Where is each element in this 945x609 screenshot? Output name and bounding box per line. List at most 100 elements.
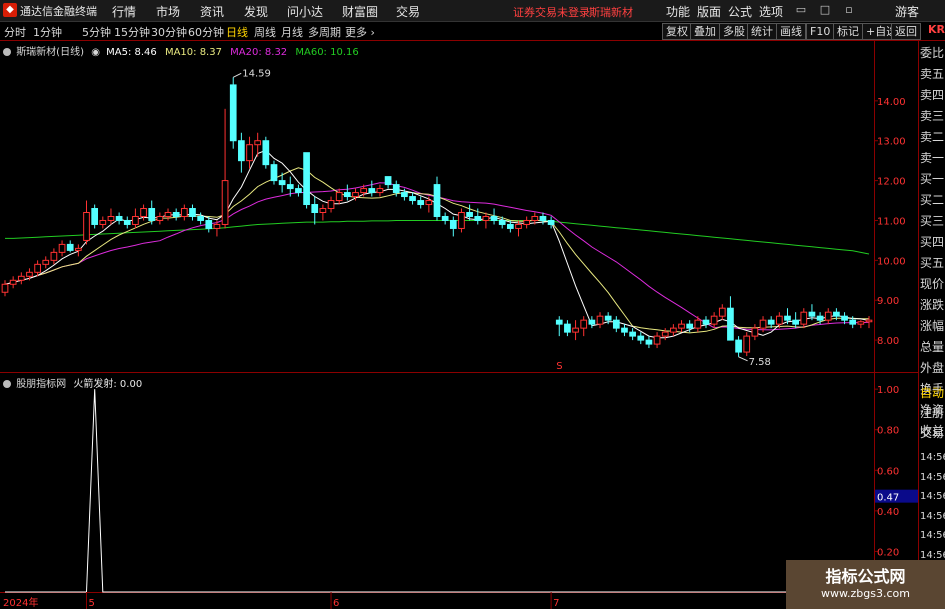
candle-body[interactable] xyxy=(670,327,677,333)
candle-body[interactable] xyxy=(604,315,612,321)
candle-body[interactable] xyxy=(865,319,873,323)
candle-body[interactable] xyxy=(319,208,327,213)
candle-body[interactable] xyxy=(343,192,351,198)
candle-body[interactable] xyxy=(9,279,17,285)
period-tab-9[interactable]: 多周期 xyxy=(308,24,341,40)
indicator-toggle-icon[interactable] xyxy=(3,380,11,388)
candle-body[interactable] xyxy=(555,319,563,325)
candle-body[interactable] xyxy=(759,319,767,329)
candle-body[interactable] xyxy=(767,319,775,325)
candle-body[interactable] xyxy=(792,319,799,325)
candle-body[interactable] xyxy=(50,251,58,261)
candle-body[interactable] xyxy=(172,212,180,217)
candle-body[interactable] xyxy=(221,180,229,225)
quote-label-20[interactable]: 注册 xyxy=(920,404,944,421)
period-tab-3[interactable]: 15分钟 xyxy=(114,24,150,40)
candle-body[interactable] xyxy=(1,283,9,293)
candle-body[interactable] xyxy=(180,208,188,217)
candle-body[interactable] xyxy=(42,259,50,265)
candle-body[interactable] xyxy=(441,215,449,221)
candle-body[interactable] xyxy=(75,247,82,251)
candle-body[interactable] xyxy=(197,215,204,221)
candle-body[interactable] xyxy=(572,327,579,333)
candle-body[interactable] xyxy=(743,335,751,353)
candle-body[interactable] xyxy=(718,307,726,317)
candle-body[interactable] xyxy=(490,215,498,221)
candle-body[interactable] xyxy=(132,215,139,225)
candle-body[interactable] xyxy=(262,140,270,166)
menu-item-1[interactable]: 市场 xyxy=(156,3,180,20)
legend-toggle-icon[interactable] xyxy=(3,48,11,56)
candle-body[interactable] xyxy=(849,319,857,325)
candle-body[interactable] xyxy=(596,315,604,325)
candle-body[interactable] xyxy=(816,315,824,321)
candle-body[interactable] xyxy=(833,311,840,317)
toolbar-button-0[interactable]: 复权 xyxy=(662,23,692,40)
candle-body[interactable] xyxy=(311,204,319,213)
candle-body[interactable] xyxy=(645,339,653,345)
candle-body[interactable] xyxy=(857,321,865,325)
candle-body[interactable] xyxy=(270,164,278,182)
candle-body[interactable] xyxy=(409,196,416,202)
candle-body[interactable] xyxy=(735,339,742,353)
candle-body[interactable] xyxy=(784,315,791,321)
candle-body[interactable] xyxy=(498,219,506,225)
candle-body[interactable] xyxy=(123,219,131,225)
candle-body[interactable] xyxy=(841,315,848,321)
candle-body[interactable] xyxy=(278,180,286,186)
quote-label-19[interactable]: 自动 xyxy=(920,384,944,401)
candle-body[interactable] xyxy=(661,331,669,337)
candle-body[interactable] xyxy=(327,200,335,210)
candle-body[interactable] xyxy=(653,335,661,345)
candle-body[interactable] xyxy=(458,212,465,229)
candle-body[interactable] xyxy=(352,192,359,198)
toolbar-button-2[interactable]: 多股 xyxy=(719,23,749,40)
legend-settings-icon[interactable]: ◉ xyxy=(91,47,100,58)
candle-body[interactable] xyxy=(83,212,90,241)
period-tab-6[interactable]: 日线 xyxy=(226,24,248,40)
candle-body[interactable] xyxy=(229,84,237,142)
candle-body[interactable] xyxy=(637,335,645,341)
candle-body[interactable] xyxy=(303,152,310,206)
candle-body[interactable] xyxy=(580,319,588,329)
candle-body[interactable] xyxy=(213,223,221,229)
candle-body[interactable] xyxy=(66,243,74,251)
candle-body[interactable] xyxy=(466,212,473,217)
candle-body[interactable] xyxy=(507,223,514,229)
candle-body[interactable] xyxy=(384,176,392,186)
period-tab-4[interactable]: 30分钟 xyxy=(151,24,187,40)
right-menu-item-2[interactable]: 公式 xyxy=(728,3,752,20)
restore-icon[interactable]: □ xyxy=(818,3,832,17)
toolbar-button-3[interactable]: 统计 xyxy=(747,23,777,40)
maximize-icon[interactable]: ▫ xyxy=(842,3,856,17)
candle-body[interactable] xyxy=(156,215,164,221)
candle-body[interactable] xyxy=(621,327,628,333)
candle-body[interactable] xyxy=(564,323,571,333)
minimize-icon[interactable]: ▭ xyxy=(794,3,808,17)
candle-body[interactable] xyxy=(91,208,99,225)
period-tab-10[interactable]: 更多 › xyxy=(345,24,375,40)
candle-body[interactable] xyxy=(34,263,41,273)
candle-body[interactable] xyxy=(539,215,547,221)
user-label[interactable]: 游客 xyxy=(895,3,919,20)
candle-body[interactable] xyxy=(376,188,384,194)
quote-label-21[interactable]: 交易 xyxy=(920,424,944,441)
candle-body[interactable] xyxy=(474,215,482,221)
candle-body[interactable] xyxy=(547,219,555,225)
candle-body[interactable] xyxy=(433,184,441,217)
menu-item-5[interactable]: 财富圈 xyxy=(342,3,378,20)
candle-body[interactable] xyxy=(417,200,425,206)
candle-body[interactable] xyxy=(482,215,490,221)
candle-body[interactable] xyxy=(751,327,759,337)
candle-body[interactable] xyxy=(686,323,694,329)
candle-body[interactable] xyxy=(588,319,596,325)
candle-body[interactable] xyxy=(515,223,522,229)
menu-item-2[interactable]: 资讯 xyxy=(200,3,224,20)
toolbar-button-5[interactable]: F10 xyxy=(806,23,835,40)
candle-body[interactable] xyxy=(702,319,710,325)
candle-body[interactable] xyxy=(164,212,172,217)
candle-body[interactable] xyxy=(629,331,636,337)
candle-body[interactable] xyxy=(295,188,302,194)
period-tab-5[interactable]: 60分钟 xyxy=(188,24,224,40)
candle-body[interactable] xyxy=(115,215,123,221)
